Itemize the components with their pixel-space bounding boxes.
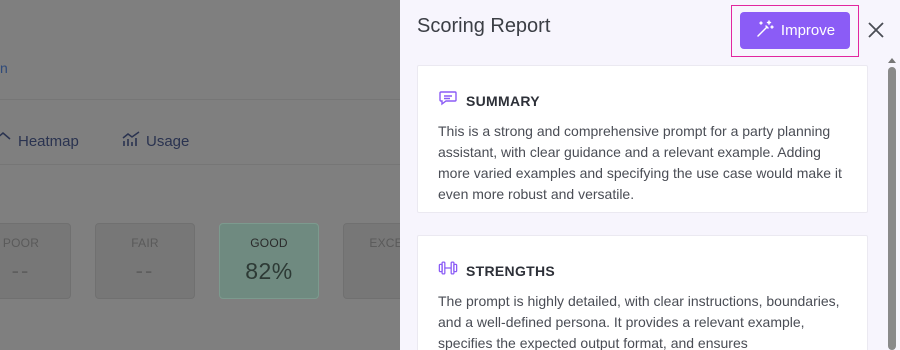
strengths-header: STRENGTHS <box>438 258 847 283</box>
dumbbell-icon <box>438 258 458 283</box>
magic-wand-icon <box>755 19 775 43</box>
score-value: -- <box>135 258 155 283</box>
summary-title: SUMMARY <box>466 92 540 109</box>
speech-bubble-icon <box>438 88 458 113</box>
score-label: POOR <box>2 236 40 250</box>
close-icon <box>866 22 886 44</box>
usage-chart-icon <box>122 130 140 152</box>
close-button[interactable] <box>866 20 886 40</box>
score-label: FAIR <box>131 236 159 250</box>
tab-heatmap: Heatmap <box>0 130 79 152</box>
score-card-poor: POOR -- <box>0 223 71 299</box>
strengths-card: STRENGTHS The prompt is highly detailed,… <box>417 235 868 350</box>
summary-card: SUMMARY This is a strong and comprehensi… <box>417 65 868 213</box>
tab-usage: Usage <box>122 130 189 152</box>
summary-header: SUMMARY <box>438 88 847 113</box>
tab-usage-label: Usage <box>146 132 190 150</box>
improve-label: Improve <box>780 22 836 39</box>
score-label: EXCELL <box>369 236 400 250</box>
background-page: n Heatmap Usage POOR -- FAIR -- GOOD 82%… <box>0 0 400 350</box>
heatmap-icon <box>0 130 12 152</box>
improve-button[interactable]: Improve <box>740 12 850 49</box>
divider <box>0 99 400 100</box>
score-label: GOOD <box>250 236 288 250</box>
scrollbar-thumb[interactable] <box>888 67 896 350</box>
strengths-text: The prompt is highly detailed, with clea… <box>438 293 840 350</box>
tab-heatmap-label: Heatmap <box>18 132 79 150</box>
score-value: -- <box>11 258 31 283</box>
score-card-excellent: EXCELL <box>343 223 400 299</box>
score-card-fair: FAIR -- <box>95 223 195 299</box>
score-value: 82% <box>245 258 293 284</box>
strengths-title: STRENGTHS <box>466 262 556 279</box>
improve-highlight: Improve <box>731 5 859 57</box>
background-link: n <box>0 60 8 76</box>
score-card-good: GOOD 82% <box>219 223 319 299</box>
scroll-up-arrow[interactable] <box>887 52 897 63</box>
scoring-report-drawer: Scoring Report Improve SUMMARY This is a… <box>400 0 900 350</box>
summary-text: This is a strong and comprehensive promp… <box>438 123 842 202</box>
drawer-title: Scoring Report <box>417 15 551 37</box>
divider <box>0 164 400 165</box>
